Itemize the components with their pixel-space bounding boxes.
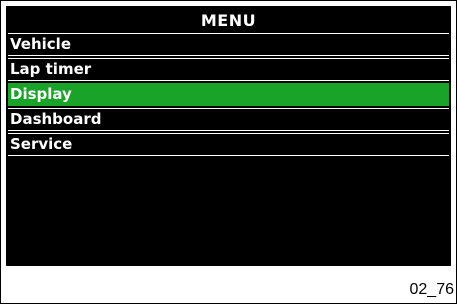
menu-item-display[interactable]: Display [8,83,449,106]
display-screen: MENU Vehicle Lap timer Display Dashboard… [6,6,451,266]
menu-item-lap-timer[interactable]: Lap timer [8,58,449,81]
figure-frame: MENU Vehicle Lap timer Display Dashboard… [0,0,457,304]
menu-title: MENU [200,11,257,30]
menu-item-vehicle[interactable]: Vehicle [8,33,449,56]
menu-item-dashboard[interactable]: Dashboard [8,108,449,131]
figure-id-label: 02_76 [409,281,455,298]
menu-list: Vehicle Lap timer Display Dashboard Serv… [8,33,449,158]
menu-item-service[interactable]: Service [8,133,449,156]
